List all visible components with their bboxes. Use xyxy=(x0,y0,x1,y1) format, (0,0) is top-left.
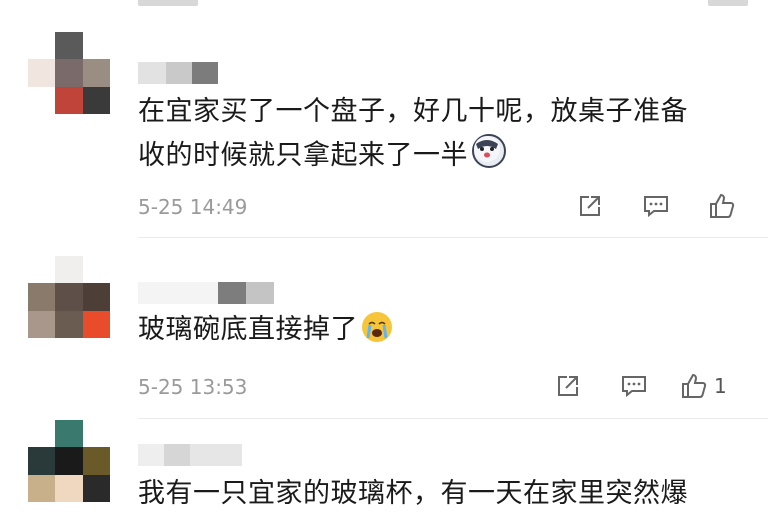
username-blurred[interactable] xyxy=(138,282,274,304)
reply-button[interactable] xyxy=(636,188,676,224)
timestamp: 5-25 14:49 xyxy=(138,195,248,219)
like-button[interactable] xyxy=(702,188,742,224)
username-blurred[interactable] xyxy=(138,444,242,466)
divider xyxy=(138,418,768,419)
husky-emoji-icon xyxy=(472,134,506,168)
crying-emoji-icon xyxy=(362,312,392,342)
timestamp: 5-25 13:53 xyxy=(138,375,248,399)
comment-line: 我有一只宜家的玻璃杯，有一天在家里突然爆 xyxy=(138,478,688,509)
blurred-remnant xyxy=(708,0,748,6)
share-button[interactable] xyxy=(548,368,588,404)
avatar[interactable] xyxy=(28,420,110,502)
comment-actions xyxy=(570,188,742,224)
divider xyxy=(138,237,768,238)
comment-icon xyxy=(644,196,668,218)
blurred-remnant xyxy=(138,0,198,6)
share-icon xyxy=(580,196,600,216)
comment-line: 收的时候就只拿起来了一半 xyxy=(138,140,468,171)
avatar[interactable] xyxy=(28,256,110,338)
share-button[interactable] xyxy=(570,188,610,224)
share-icon xyxy=(558,376,578,396)
comment-text: 玻璃碗底直接掉了 xyxy=(138,308,758,352)
reply-button[interactable] xyxy=(614,368,654,404)
comment-text: 在宜家买了一个盘子，好几十呢，放桌子准备 收的时候就只拿起来了一半 xyxy=(138,90,758,178)
previous-comment-remnant xyxy=(0,0,768,10)
username-blurred[interactable] xyxy=(138,62,218,84)
thumbs-up-icon xyxy=(682,373,707,398)
comment-icon xyxy=(622,376,646,398)
comment-line: 在宜家买了一个盘子，好几十呢，放桌子准备 xyxy=(138,96,688,127)
like-button[interactable]: 1 xyxy=(680,368,727,404)
avatar[interactable] xyxy=(28,32,110,114)
comment-actions: 1 xyxy=(548,368,727,404)
comment-text: 我有一只宜家的玻璃杯，有一天在家里突然爆 xyxy=(138,472,758,516)
thumbs-up-icon xyxy=(710,193,735,218)
comment-line: 玻璃碗底直接掉了 xyxy=(138,314,358,345)
like-count: 1 xyxy=(714,374,727,398)
